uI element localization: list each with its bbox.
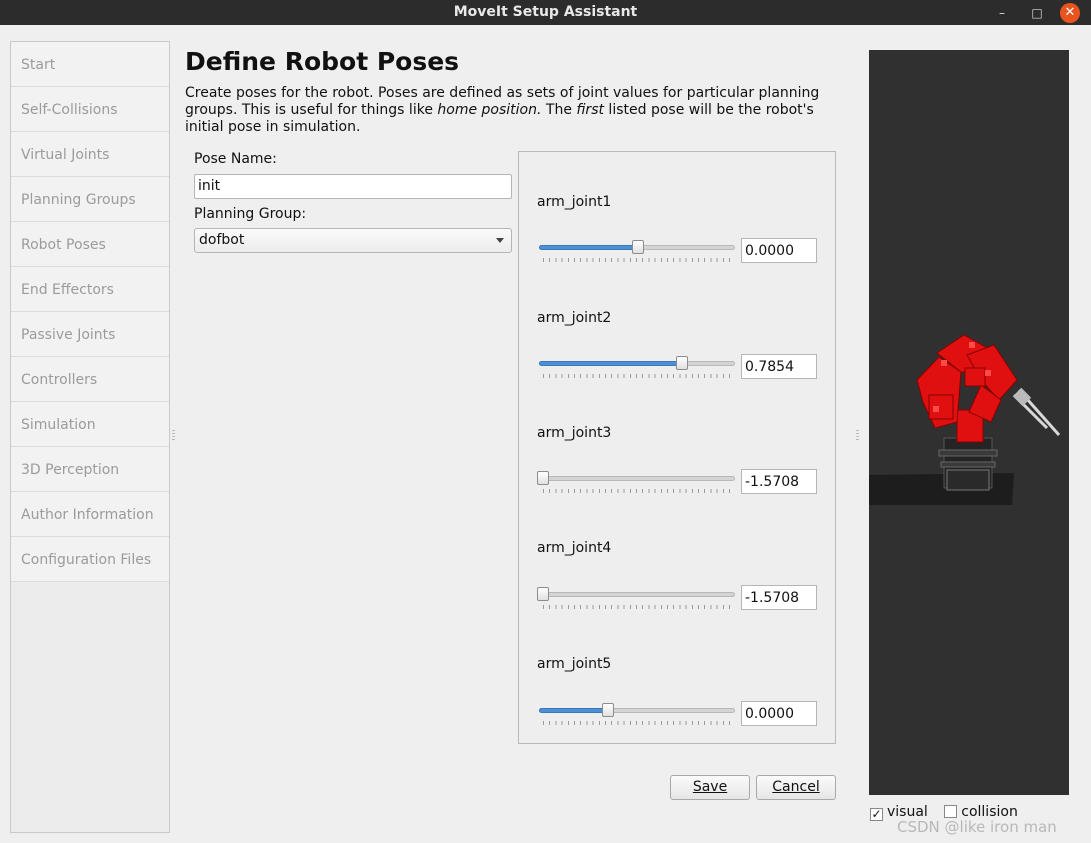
planning-group-select[interactable]: dofbot [194,228,512,253]
cancel-button[interactable]: Cancel [756,775,836,800]
sidebar-item-author-information[interactable]: Author Information [11,492,169,537]
close-icon[interactable]: ✕ [1060,3,1080,23]
slider-handle[interactable] [537,471,549,485]
left-splitter-handle[interactable] [172,430,175,442]
slider-handle[interactable] [601,703,614,717]
joint-label: arm_joint1 [537,194,612,210]
joint-row: arm_joint4 -1.5708 [519,538,835,648]
joint-value-input[interactable]: -1.5708 [741,469,817,494]
joint-slider[interactable] [537,585,735,611]
joint-row: arm_joint1 0.0000 [519,190,835,300]
sidebar-item-self-collisions[interactable]: Self-Collisions [11,87,169,132]
joint-slider[interactable] [537,238,735,264]
planning-group-label: Planning Group: [194,206,307,222]
sidebar-item-passive-joints[interactable]: Passive Joints [11,312,169,357]
sidebar-item-start[interactable]: Start [11,42,169,87]
slider-ticks [543,605,731,609]
visual-checkbox[interactable]: ✓ [870,808,883,821]
joint-label: arm_joint2 [537,310,612,326]
slider-handle[interactable] [537,587,549,601]
minimize-icon[interactable]: – [992,3,1012,23]
slider-ticks [543,374,731,378]
sidebar-item-simulation[interactable]: Simulation [11,402,169,447]
maximize-icon[interactable]: □ [1027,3,1047,23]
joint-value-input[interactable]: 0.0000 [741,238,817,263]
slider-ticks [543,258,731,262]
sidebar-item-robot-poses[interactable]: Robot Poses [11,222,169,267]
page-title: Define Robot Poses [185,47,460,76]
collision-checkbox[interactable] [944,805,958,818]
robot-arm-render [869,334,1061,505]
joint-slider[interactable] [537,354,735,380]
pose-name-label: Pose Name: [194,151,277,167]
save-button[interactable]: Save [670,775,750,800]
slider-handle[interactable] [675,356,688,370]
slider-fill [539,245,638,250]
joint-row: arm_joint3 -1.5708 [519,422,835,532]
page-description: Create poses for the robot. Poses are de… [185,85,845,136]
window-title: MoveIt Setup Assistant [453,4,638,20]
description-emphasis-first: first [576,102,604,118]
sidebar-item-3d-perception[interactable]: 3D Perception [11,447,169,492]
slider-ticks [543,489,731,493]
sidebar-item-planning-groups[interactable]: Planning Groups [11,177,169,222]
sidebar-item-end-effectors[interactable]: End Effectors [11,267,169,312]
slider-fill [539,708,608,713]
joint-values-panel: arm_joint1 0.0000 arm_joint2 0.7854 arm_… [518,151,836,744]
joint-value-input[interactable]: 0.0000 [741,701,817,726]
joint-label: arm_joint4 [537,540,612,556]
slider-track [539,476,735,481]
sidebar-item-controllers[interactable]: Controllers [11,357,169,402]
sidebar-item-configuration-files[interactable]: Configuration Files [11,537,169,582]
description-emphasis-home: home position. [437,102,542,118]
slider-handle[interactable] [632,240,644,254]
joint-row: arm_joint2 0.7854 [519,306,835,416]
chevron-down-icon [496,238,504,243]
slider-track [539,592,735,597]
slider-ticks [543,721,731,725]
joint-row: arm_joint5 0.0000 [519,654,835,764]
joint-slider[interactable] [537,701,735,727]
slider-fill [539,361,682,366]
joint-value-input[interactable]: -1.5708 [741,585,817,610]
joint-label: arm_joint3 [537,425,612,441]
right-splitter-handle[interactable] [856,430,859,442]
title-bar: MoveIt Setup Assistant – □ ✕ [0,0,1091,25]
planning-group-value: dofbot [199,232,245,248]
joint-label: arm_joint5 [537,656,612,672]
sidebar: Start Self-Collisions Virtual Joints Pla… [10,41,170,833]
pose-name-input[interactable]: init [194,174,512,199]
watermark-text: CSDN @like iron man [897,818,1057,836]
joint-slider[interactable] [537,469,735,495]
joint-value-input[interactable]: 0.7854 [741,354,817,379]
robot-3d-viewer[interactable] [869,50,1069,795]
sidebar-item-virtual-joints[interactable]: Virtual Joints [11,132,169,177]
description-text-2: The [541,102,577,118]
